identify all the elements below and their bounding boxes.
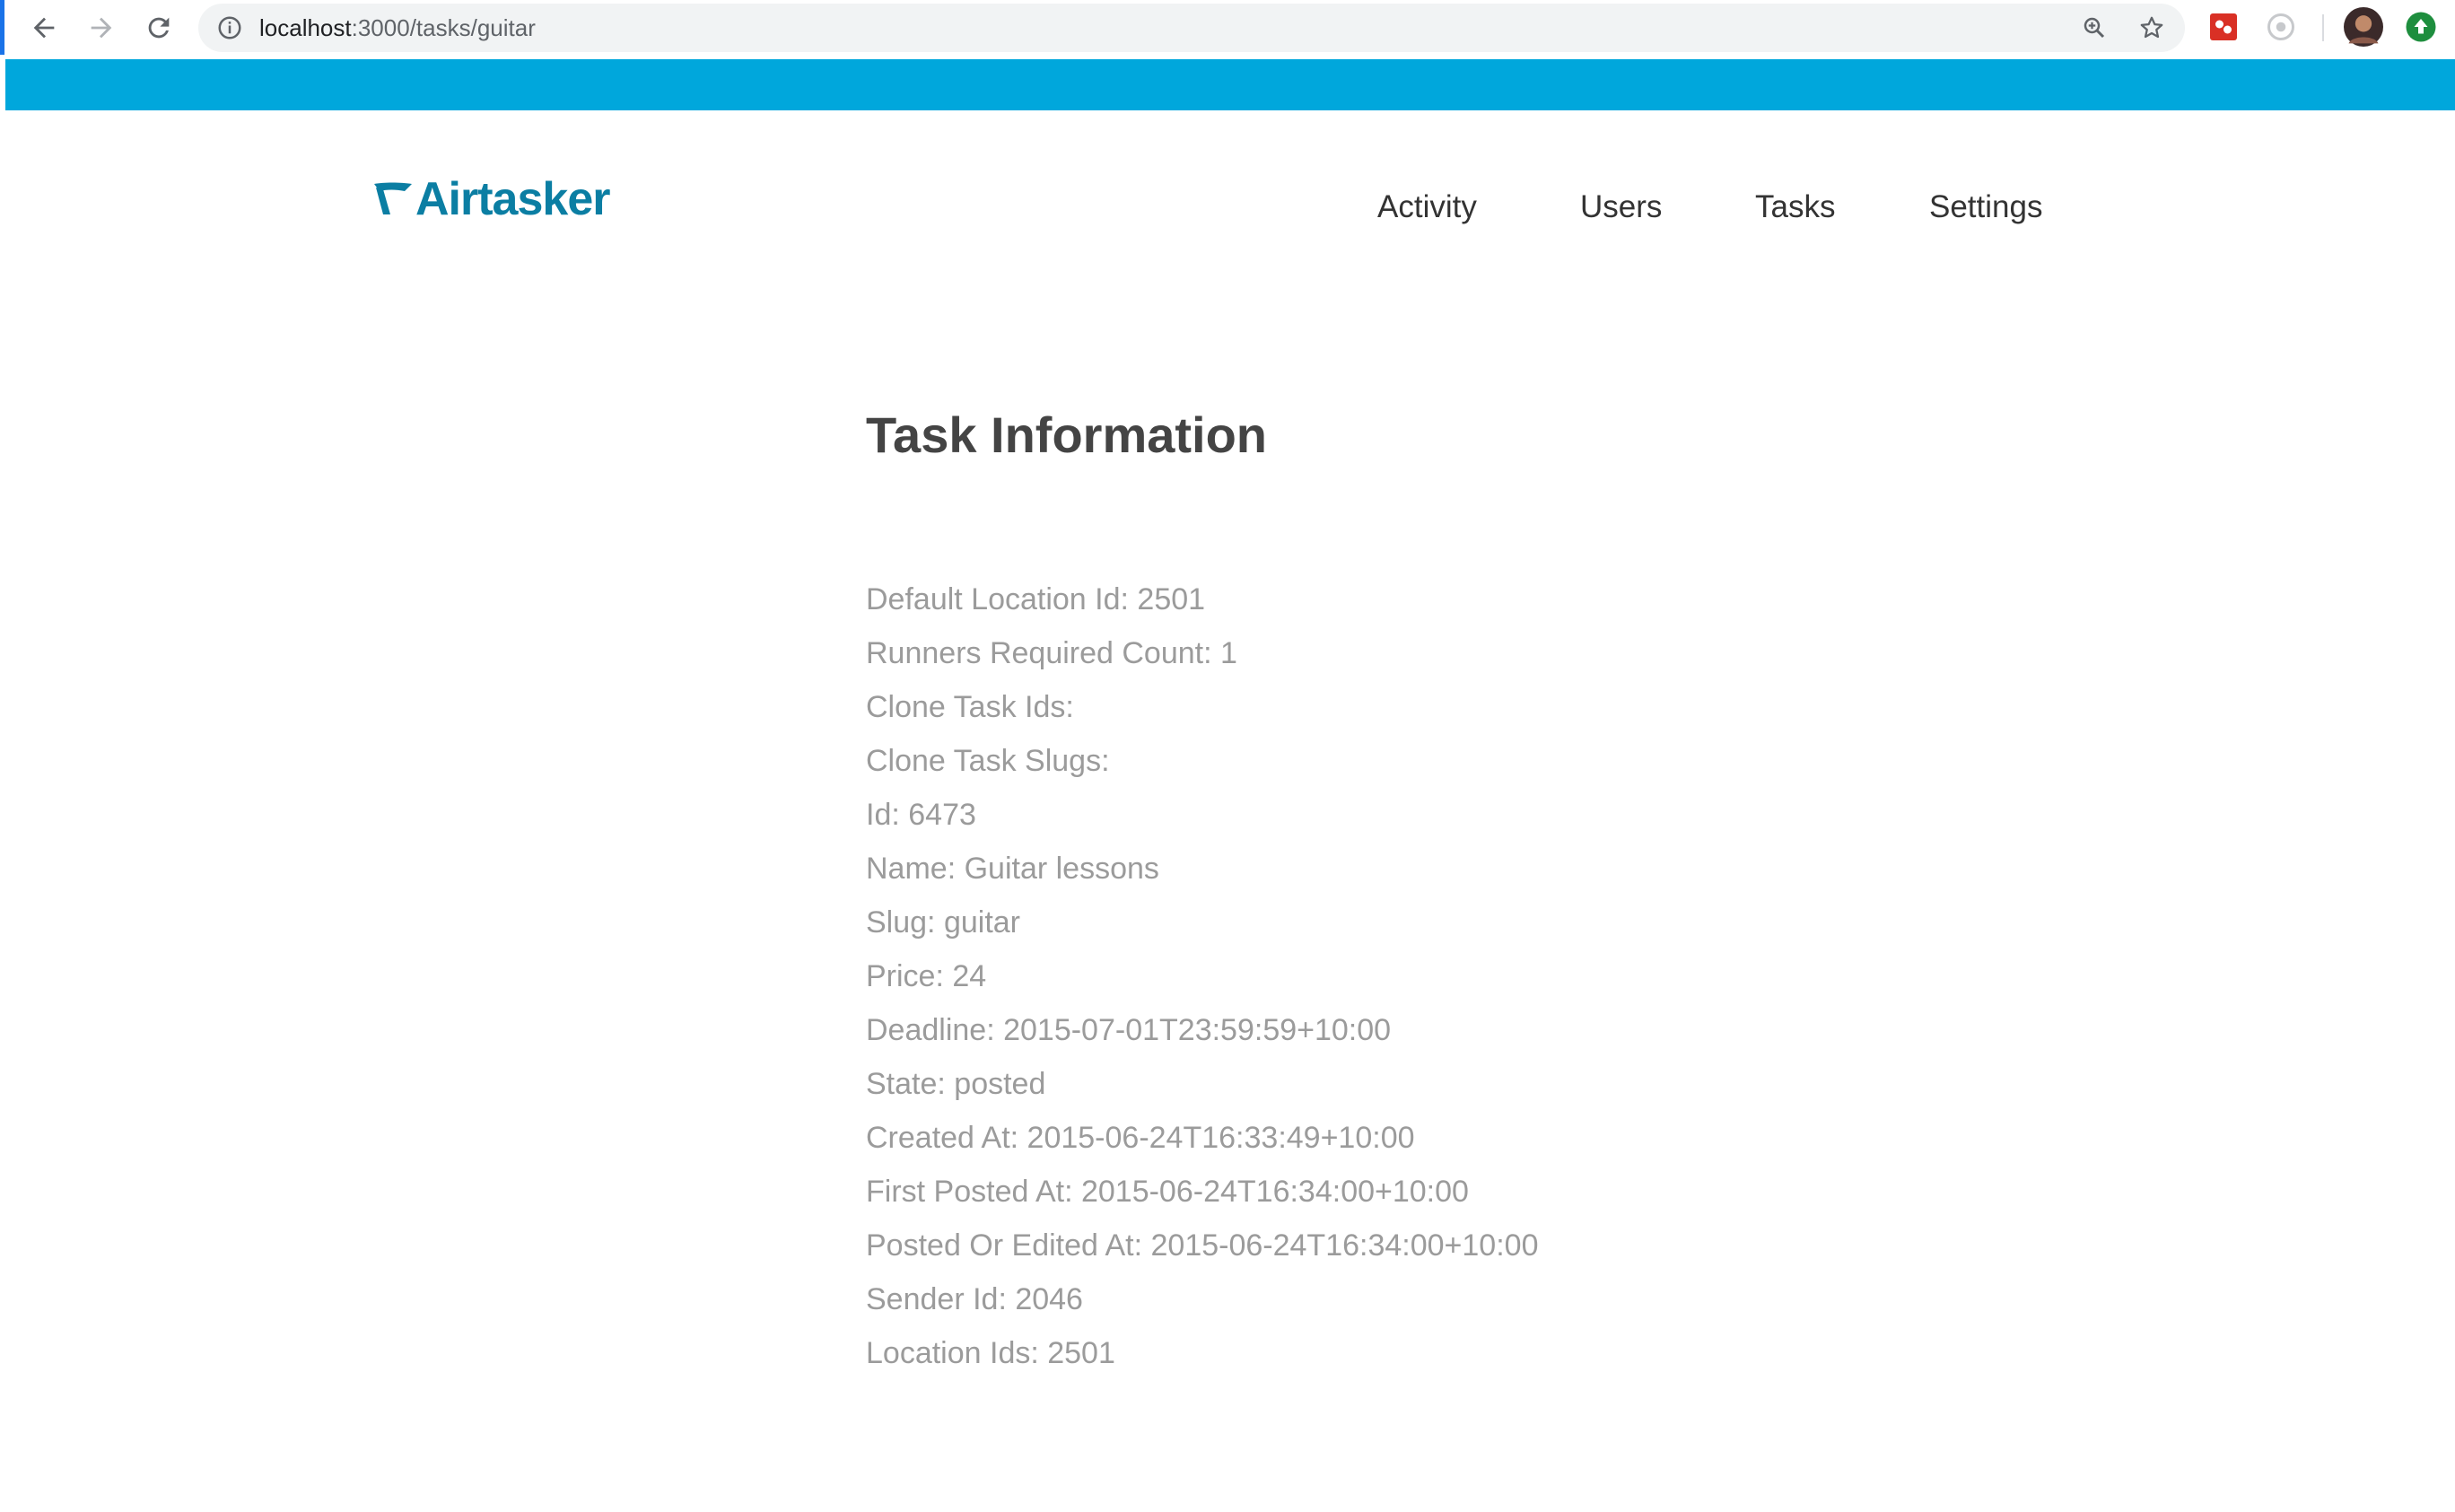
nav-users[interactable]: Users xyxy=(1580,185,1662,230)
back-arrow-icon xyxy=(33,17,55,39)
field-price: Price: 24 xyxy=(866,959,987,993)
field-created-at: Created At: 2015-06-24T16:33:49+10:00 xyxy=(866,1121,1415,1155)
window-edge xyxy=(0,0,4,55)
forward-button[interactable] xyxy=(79,5,124,50)
update-icon[interactable] xyxy=(2405,11,2437,43)
info-icon[interactable] xyxy=(216,14,243,41)
field-clone-task-ids: Clone Task Ids: xyxy=(866,690,1074,724)
forward-arrow-icon xyxy=(91,17,112,39)
browser-toolbar: localhost:3000/tasks/guitar xyxy=(0,0,2455,55)
top-banner xyxy=(5,59,2455,110)
nav-activity[interactable]: Activity xyxy=(1377,185,1477,230)
url-host: localhost xyxy=(259,14,352,41)
back-button[interactable] xyxy=(22,5,66,50)
url-text[interactable]: localhost:3000/tasks/guitar xyxy=(259,4,536,52)
field-default-location-id: Default Location Id: 2501 xyxy=(866,582,1206,616)
extension-icon[interactable] xyxy=(2207,11,2240,43)
extension-icon[interactable] xyxy=(2265,11,2297,43)
field-state: State: posted xyxy=(866,1067,1046,1101)
profile-avatar[interactable] xyxy=(2344,7,2383,47)
nav-settings[interactable]: Settings xyxy=(1929,185,2042,230)
field-first-posted-at: First Posted At: 2015-06-24T16:34:00+10:… xyxy=(866,1175,1469,1209)
field-id: Id: 6473 xyxy=(866,798,976,832)
main-nav: Activity Users Tasks Settings xyxy=(0,185,2455,230)
field-sender-id: Sender Id: 2046 xyxy=(866,1282,1083,1316)
field-deadline: Deadline: 2015-07-01T23:59:59+10:00 xyxy=(866,1013,1392,1047)
reload-button[interactable] xyxy=(136,5,181,50)
page-title: Task Information xyxy=(866,406,1268,463)
nav-tasks[interactable]: Tasks xyxy=(1755,185,1835,230)
star-icon[interactable] xyxy=(2138,14,2165,41)
field-clone-task-slugs: Clone Task Slugs: xyxy=(866,744,1110,778)
toolbar-separator xyxy=(2322,14,2324,41)
task-info-list: Default Location Id: 2501 Runners Requir… xyxy=(866,572,1538,1380)
address-bar[interactable]: localhost:3000/tasks/guitar xyxy=(198,4,2185,52)
field-name: Name: Guitar lessons xyxy=(866,852,1159,886)
field-posted-or-edited-at: Posted Or Edited At: 2015-06-24T16:34:00… xyxy=(866,1228,1539,1263)
reload-icon xyxy=(148,17,170,39)
zoom-icon[interactable] xyxy=(2081,14,2108,41)
field-location-ids: Location Ids: 2501 xyxy=(866,1336,1115,1370)
url-path: :3000/tasks/guitar xyxy=(351,14,536,41)
field-slug: Slug: guitar xyxy=(866,905,1020,940)
field-runners-required-count: Runners Required Count: 1 xyxy=(866,636,1237,670)
